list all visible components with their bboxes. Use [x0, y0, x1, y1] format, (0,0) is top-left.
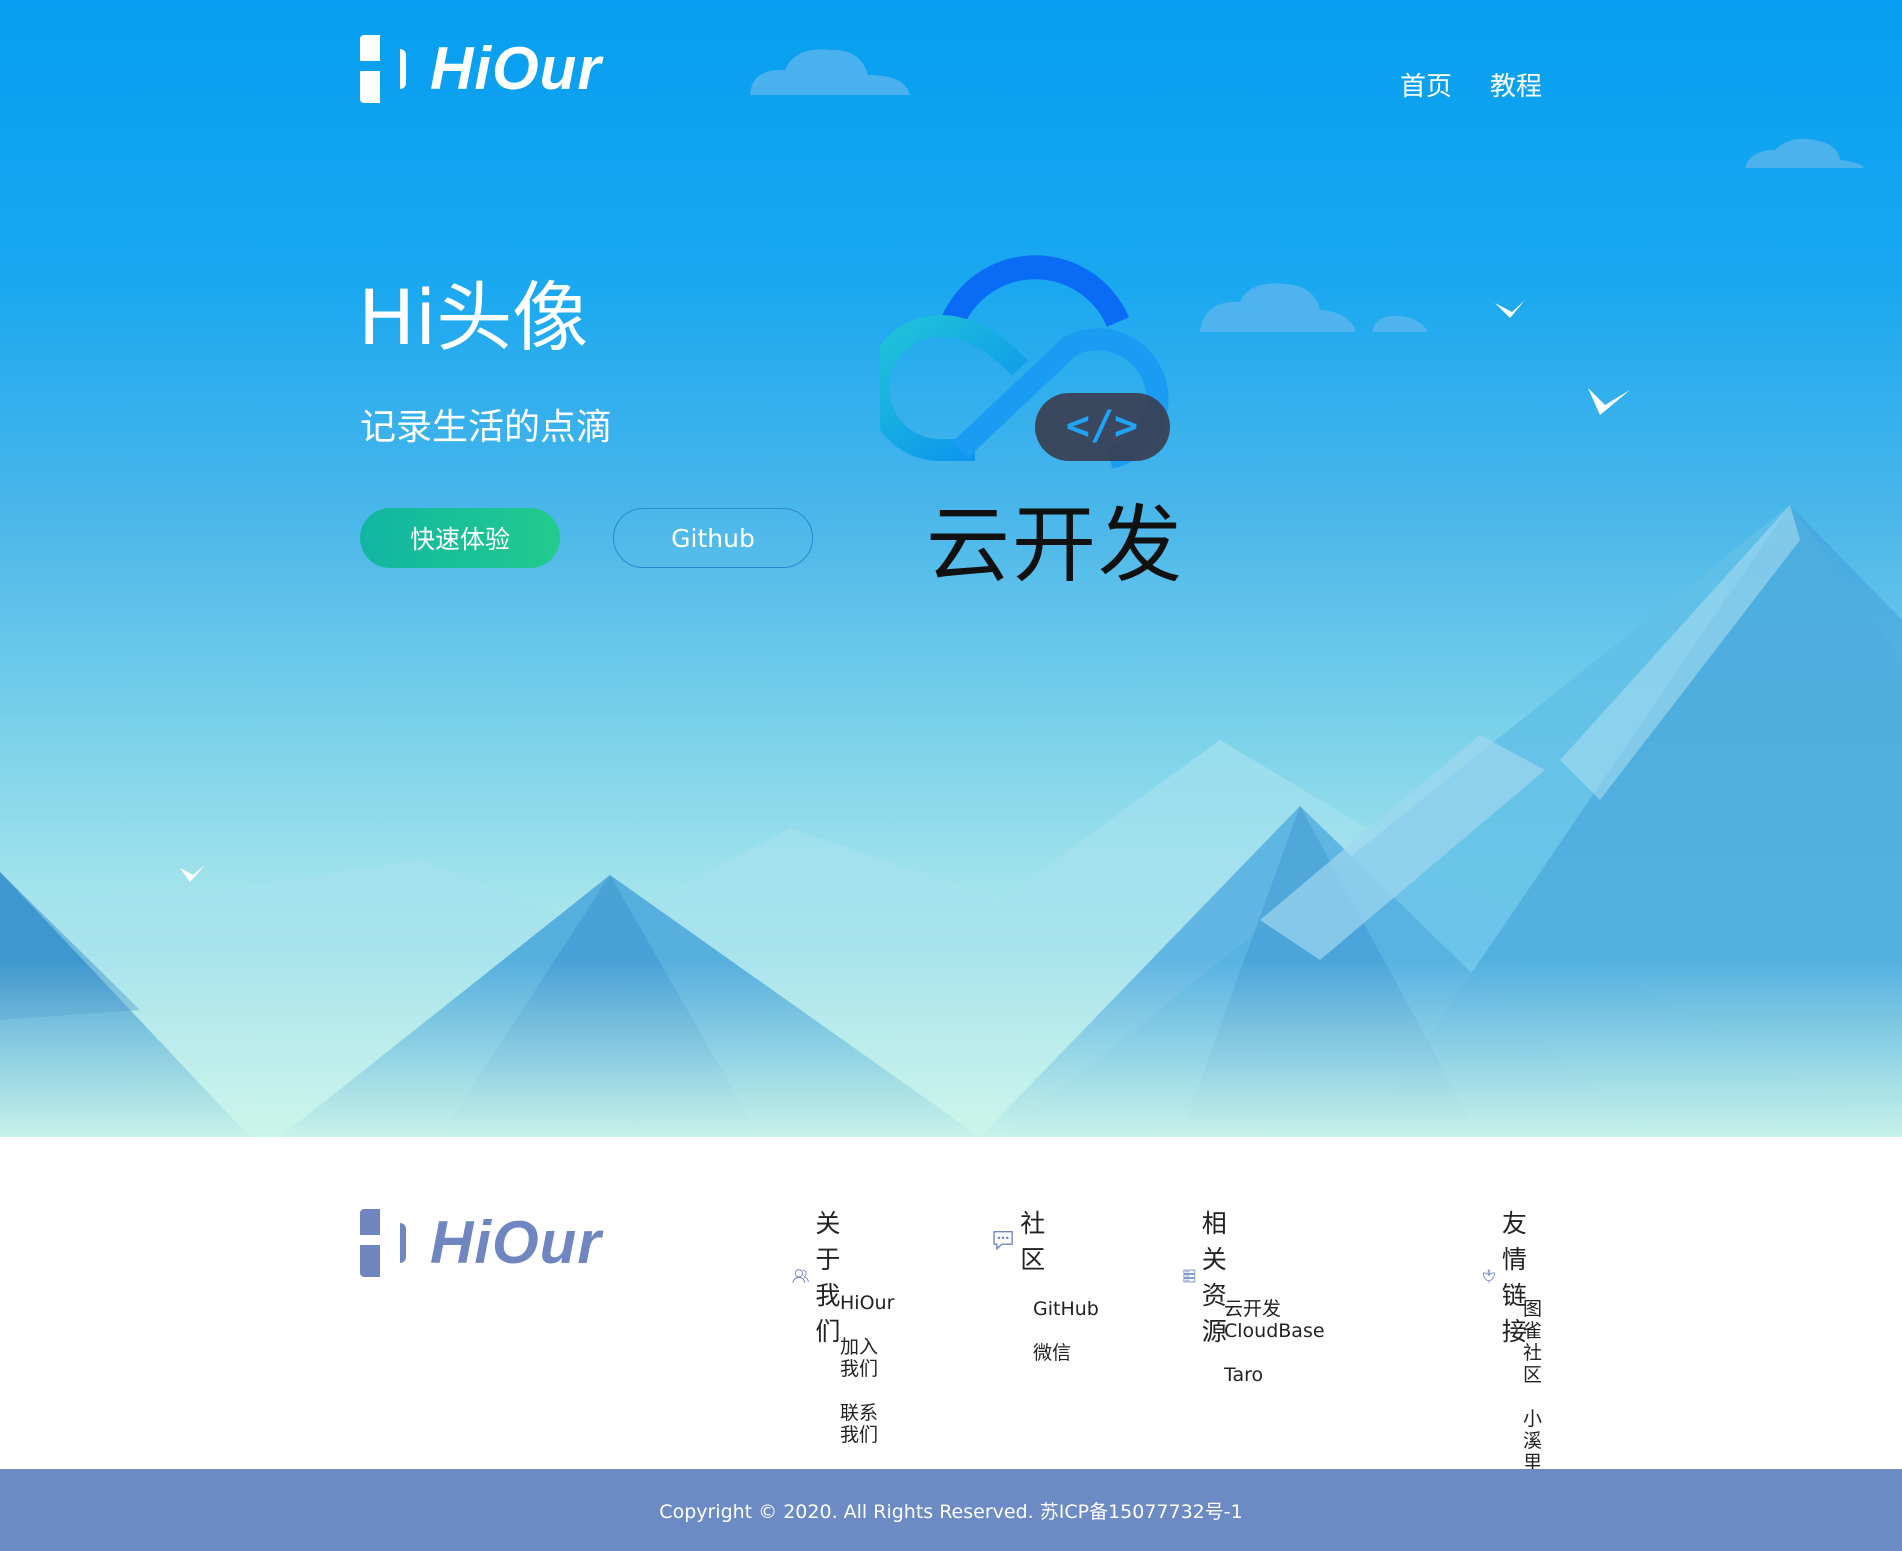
- footer-logo-text: HiOur: [430, 1209, 602, 1276]
- github-button[interactable]: Github: [613, 508, 813, 568]
- cloudbase-logo-text: 云开发: [926, 496, 1185, 594]
- footer-column-heading: 社区: [992, 1204, 1055, 1276]
- footer-link-join-us[interactable]: 加入我们: [840, 1336, 894, 1380]
- header-logo[interactable]: HiOur: [360, 34, 602, 103]
- chat-bubble-icon: [993, 1230, 1013, 1250]
- footer-link-tuque[interactable]: 图雀社区: [1523, 1298, 1542, 1386]
- server-icon: [1183, 1269, 1196, 1283]
- footer-logo[interactable]: HiOur: [360, 1208, 602, 1277]
- footer-links-about: HiOur 加入我们 联系我们: [840, 1292, 894, 1446]
- footer-column-community: 社区: [992, 1204, 1055, 1276]
- header-logo-text: HiOur: [430, 35, 602, 102]
- quick-start-button[interactable]: 快速体验: [360, 508, 560, 568]
- users-icon: [792, 1269, 809, 1283]
- hero-section: HiOur 首页 教程 Hi头像 记录生活的点滴 快速体验 Github </>…: [0, 0, 1902, 1137]
- copyright-bar: Copyright © 2020. All Rights Reserved. 苏…: [0, 1469, 1902, 1551]
- footer-links-community: GitHub 微信: [1033, 1298, 1099, 1364]
- footer-link-taro[interactable]: Taro: [1224, 1364, 1325, 1386]
- footer-link-hiour[interactable]: HiOur: [840, 1292, 894, 1314]
- code-glyph-text: </>: [1066, 403, 1138, 449]
- footer-heading-community: 社区: [1020, 1209, 1046, 1274]
- cloudbase-logo-icon: </>: [880, 255, 1170, 469]
- footer-link-contact-us[interactable]: 联系我们: [840, 1402, 894, 1446]
- flower-icon: [1482, 1269, 1495, 1283]
- nav-tutorial[interactable]: 教程: [1490, 66, 1542, 103]
- footer-link-github[interactable]: GitHub: [1033, 1298, 1099, 1320]
- footer-links-resources: 云开发CloudBase Taro: [1224, 1298, 1325, 1386]
- hiour-logo-icon: [360, 34, 412, 103]
- hero-title: Hi头像: [358, 273, 589, 362]
- main-nav: 首页 教程: [1400, 66, 1542, 103]
- nav-home[interactable]: 首页: [1400, 66, 1452, 103]
- copyright-text: Copyright © 2020. All Rights Reserved. 苏…: [659, 1500, 1243, 1523]
- hiour-logo-icon: [360, 1208, 412, 1277]
- footer-link-wechat[interactable]: 微信: [1033, 1342, 1099, 1364]
- footer-link-cloudbase[interactable]: 云开发CloudBase: [1224, 1298, 1325, 1342]
- hero-subtitle: 记录生活的点滴: [360, 407, 613, 448]
